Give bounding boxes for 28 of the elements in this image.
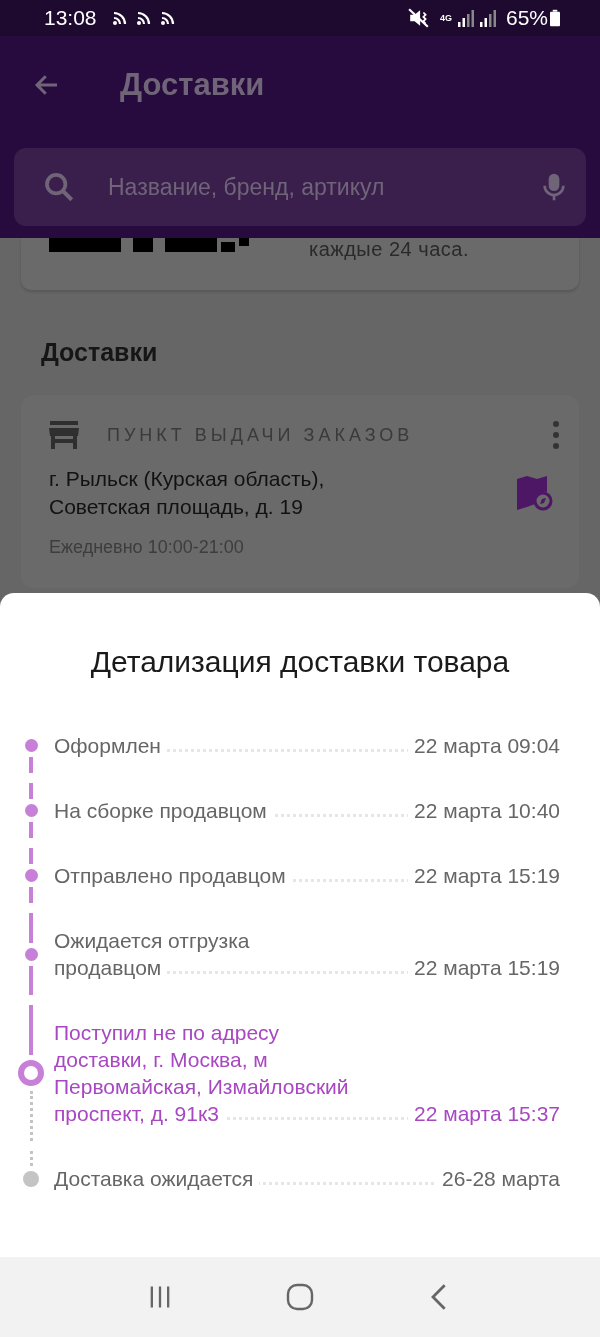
store-icon <box>49 421 79 449</box>
signal-wave-icon <box>136 11 151 25</box>
map-compass-icon[interactable] <box>517 475 553 511</box>
home-icon[interactable] <box>286 1283 314 1311</box>
mute-vibrate-icon <box>407 8 430 28</box>
signal-wave-icon <box>112 11 127 25</box>
pickup-address: г. Рыльск (Курская область), Советская площадь, д. 19 <box>49 466 326 520</box>
timeline-dot <box>18 1060 44 1086</box>
timeline-dot <box>24 869 38 882</box>
network-type: 4G <box>439 13 452 23</box>
search-field[interactable]: Название, бренд, артикул <box>14 148 586 226</box>
timeline-dot <box>24 947 38 961</box>
sheet-title: Детализация доставки товара <box>89 645 511 679</box>
timeline-dot <box>24 804 38 817</box>
page-title: Доставки <box>120 67 265 103</box>
status-time: 13:08 <box>44 6 97 30</box>
signal-bars-icon <box>479 9 496 27</box>
section-heading: Доставки <box>41 338 159 367</box>
timeline-dot <box>23 1170 39 1187</box>
battery-percent: 65% <box>505 6 548 30</box>
signal-wave-icon <box>160 11 175 25</box>
search-icon <box>42 170 76 204</box>
qr-caption: каждые 24 часа. <box>309 238 469 261</box>
timeline-dot <box>24 739 38 752</box>
more-options-icon[interactable] <box>553 421 559 449</box>
search-input[interactable]: Название, бренд, артикул <box>106 172 538 202</box>
battery-icon <box>550 9 560 27</box>
signal-bars-icon <box>457 9 474 27</box>
